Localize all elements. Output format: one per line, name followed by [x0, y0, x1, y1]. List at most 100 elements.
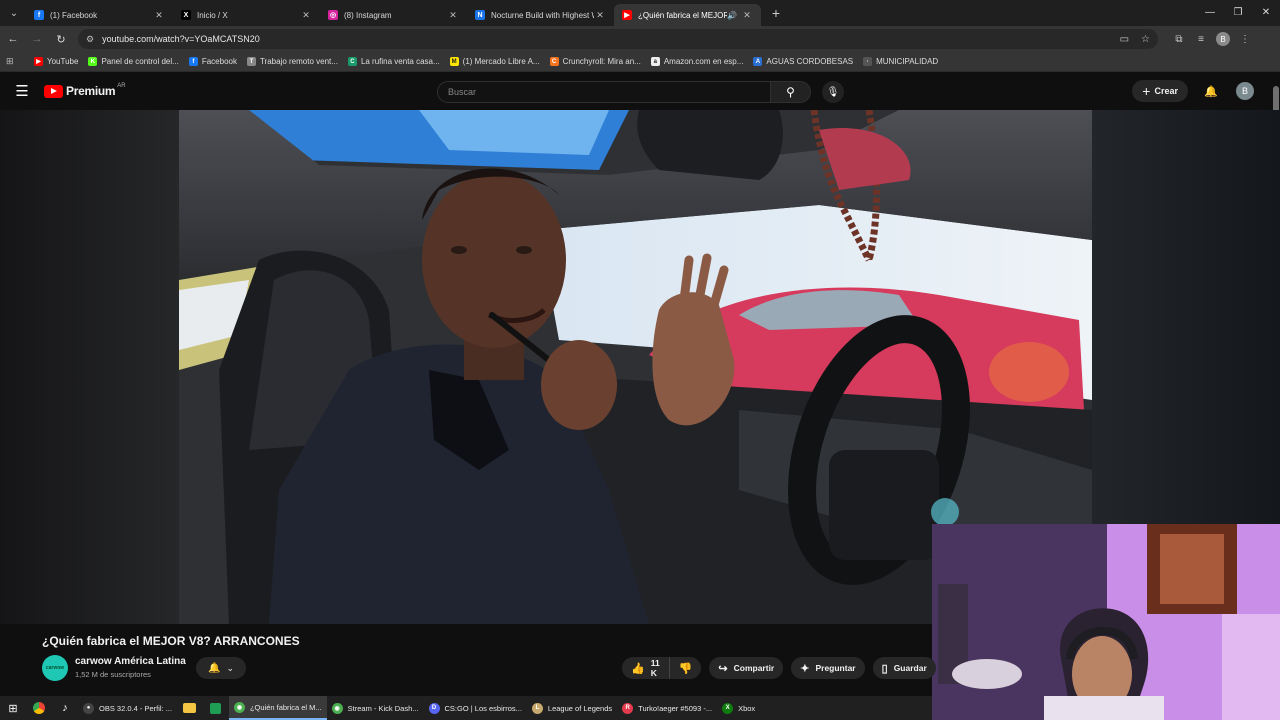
chevron-down-icon: ⌄	[226, 662, 234, 673]
youtube-icon: ▶	[622, 10, 632, 20]
close-tab-icon[interactable]: ✕	[447, 10, 459, 21]
taskbar-app[interactable]: R Turko!aeger #5093 -...	[617, 696, 717, 720]
browser-tab[interactable]: f (1) Facebook ✕	[26, 4, 173, 26]
bell-icon: 🔔	[208, 662, 221, 674]
forward-icon[interactable]: →	[26, 28, 48, 50]
taskbar-app[interactable]: L League of Legends	[527, 696, 617, 720]
bookmark-favicon-icon: T	[246, 57, 256, 66]
close-tab-icon[interactable]: ✕	[300, 10, 312, 21]
bookmark-item[interactable]: · MUNICIPALIDAD	[863, 57, 938, 66]
x-icon: X	[181, 10, 191, 20]
browser-tab[interactable]: N Nocturne Build with Highest Wi ✕	[467, 4, 614, 26]
bookmark-favicon-icon: A	[753, 57, 763, 66]
bookmark-item[interactable]: M (1) Mercado Libre A...	[449, 57, 540, 66]
maximize-icon[interactable]: ❐	[1224, 0, 1252, 24]
browser-tab[interactable]: ▶ ¿Quién fabrica el MEJOR V8🔊 ✕	[614, 4, 761, 26]
create-label: Crear	[1154, 86, 1178, 96]
apps-grid-icon[interactable]: ⊞	[6, 56, 20, 67]
taskbar-app-label: ¿Quién fabrica el M...	[249, 702, 322, 712]
media-controls-icon[interactable]: ≡	[1190, 28, 1212, 50]
chrome-icon[interactable]	[26, 696, 52, 720]
close-tab-icon[interactable]: ✕	[594, 10, 606, 21]
facebook-icon: f	[34, 10, 44, 20]
close-tab-icon[interactable]: ✕	[153, 10, 165, 21]
bookmark-item[interactable]: T Trabajo remoto vent...	[246, 57, 338, 66]
taskbar-app[interactable]: X Xbox	[717, 696, 760, 720]
site-info-icon[interactable]: ⚙	[86, 34, 94, 45]
bookmark-label: MUNICIPALIDAD	[876, 57, 939, 66]
save-button[interactable]: ▯ Guardar	[872, 657, 936, 679]
file-explorer-icon[interactable]	[177, 696, 203, 720]
bookmark-item[interactable]: A AGUAS CORDOBESAS	[753, 57, 853, 66]
ask-button[interactable]: ✦ Preguntar	[791, 657, 865, 679]
window-controls: — ❐ ✕	[1196, 0, 1280, 26]
extensions-icon[interactable]: ⧉	[1168, 28, 1190, 50]
bookmark-favicon-icon: C	[347, 57, 357, 66]
bookmark-item[interactable]: a Amazon.com en esp...	[650, 57, 743, 66]
cast-icon[interactable]: ▭	[1120, 34, 1129, 45]
channel-avatar-text: carwow	[45, 665, 65, 671]
bookmark-favicon-icon: M	[449, 57, 459, 66]
channel-name[interactable]: carwow América Latina	[75, 656, 186, 667]
thumbs-down-icon: 👎	[678, 662, 693, 675]
spreadsheet-app-icon[interactable]	[203, 696, 229, 720]
back-icon[interactable]: ←	[2, 28, 24, 50]
bookmark-label: AGUAS CORDOBESAS	[766, 57, 854, 66]
browser-tab[interactable]: ◎ (8) Instagram ✕	[320, 4, 467, 26]
address-bar[interactable]: ⚙ youtube.com/watch?v=YOaMCATSN20 ▭ ☆	[78, 29, 1158, 49]
bookmark-favicon-icon: K	[88, 57, 98, 66]
save-label: Guardar	[893, 663, 927, 673]
browser-menu-icon[interactable]: ⋮	[1234, 28, 1256, 50]
youtube-masthead: ☰ Premium AR Buscar ⚲ 🎙 + Crear 🔔 B	[0, 72, 1280, 110]
bookmark-label: Facebook	[201, 57, 237, 66]
taskbar-app-icon: ◉	[233, 701, 245, 713]
new-tab-button[interactable]: +	[765, 3, 787, 23]
search-input[interactable]: Buscar	[437, 81, 771, 103]
bookmark-item[interactable]: ▶ YouTube	[34, 57, 78, 66]
audio-playing-icon[interactable]: 🔊	[727, 11, 737, 20]
tiktok-icon[interactable]: ♪	[52, 696, 78, 720]
subscription-bell-button[interactable]: 🔔 ⌄	[196, 657, 246, 679]
taskbar-app-icon: D	[428, 702, 440, 714]
tab-title: (8) Instagram	[344, 10, 392, 20]
minimize-icon[interactable]: —	[1196, 0, 1224, 24]
voice-search-mic-icon[interactable]: 🎙	[822, 81, 844, 103]
browser-tab[interactable]: X Inicio / X ✕	[173, 4, 320, 26]
create-button[interactable]: + Crear	[1132, 80, 1188, 102]
youtube-premium-logo[interactable]: Premium AR	[44, 83, 126, 98]
reload-icon[interactable]: ↻	[50, 28, 72, 50]
bookmark-favicon-icon: ▶	[34, 57, 43, 66]
channel-avatar[interactable]: carwow	[42, 655, 68, 681]
bookmark-item[interactable]: C La rufina venta casa...	[347, 57, 440, 66]
share-icon: ↪	[718, 662, 728, 675]
browser-tab-strip: ⌄ f (1) Facebook ✕ X Inicio / X ✕ ◎ (8) Instagr…	[0, 0, 1280, 26]
guide-menu-icon[interactable]: ☰	[0, 72, 44, 110]
close-window-icon[interactable]: ✕	[1252, 0, 1280, 24]
bookmark-label: La rufina venta casa...	[360, 57, 440, 66]
share-button[interactable]: ↪ Compartir	[709, 657, 784, 679]
bookmark-item[interactable]: K Panel de control del...	[88, 57, 179, 66]
taskbar-app[interactable]: ● OBS 32.0.4 - Perfil: ...	[78, 696, 177, 720]
windows-start-icon[interactable]: ⊞	[0, 696, 26, 720]
taskbar-app[interactable]: ◉ ¿Quién fabrica el M...	[228, 696, 327, 720]
bookmarks-bar: ⊞ ▶ YouTube K Panel de control del... f Faceb…	[0, 52, 1280, 72]
webcam-frame	[932, 524, 1280, 720]
close-tab-icon[interactable]: ✕	[741, 10, 753, 21]
notifications-bell-icon[interactable]: 🔔	[1200, 80, 1222, 102]
tab-search-chevron-icon[interactable]: ⌄	[2, 3, 26, 23]
video-title: ¿Quién fabrica el MEJOR V8? ARRANCONES	[42, 634, 300, 648]
bookmark-label: (1) Mercado Libre A...	[462, 57, 540, 66]
like-count: 11 K	[650, 658, 660, 678]
dislike-button[interactable]: 👎	[670, 657, 702, 679]
search-button[interactable]: ⚲	[771, 81, 811, 103]
bookmark-star-icon[interactable]: ☆	[1141, 34, 1150, 45]
taskbar-app[interactable]: ◉ Stream - Kick Dash...	[327, 696, 424, 720]
site-icon: N	[475, 10, 485, 20]
bookmark-item[interactable]: f Facebook	[188, 57, 237, 66]
like-button[interactable]: 👍 11 K	[622, 657, 670, 679]
taskbar-app[interactable]: D CS:GO | Los esbirros...	[424, 696, 527, 720]
bookmark-item[interactable]: C Crunchyroll: Mira an...	[549, 57, 641, 66]
account-avatar[interactable]: B	[1236, 82, 1254, 100]
bookmark-favicon-icon: C	[549, 57, 559, 66]
profile-avatar[interactable]: B	[1212, 28, 1234, 50]
